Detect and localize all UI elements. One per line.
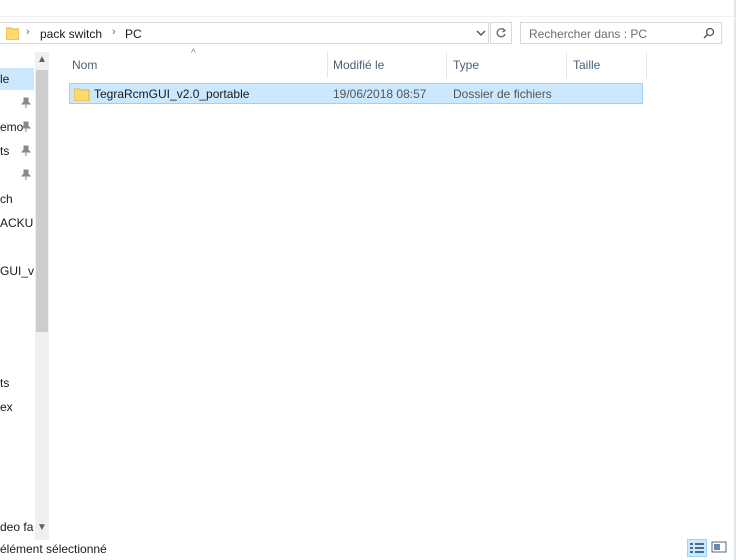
pin-icon (21, 121, 31, 132)
column-header-modified[interactable]: Modifié le (327, 52, 447, 78)
search-placeholder: Rechercher dans : PC (529, 27, 648, 41)
large-icons-view-button[interactable] (710, 539, 730, 557)
breadcrumb-separator: › (26, 26, 30, 38)
search-icon[interactable] (703, 27, 715, 39)
file-modified: 19/06/2018 08:57 (333, 87, 427, 101)
nav-item[interactable] (0, 92, 34, 114)
address-bar[interactable]: › pack switch › PC (0, 22, 489, 44)
navigation-scrollbar[interactable]: ▲ ▼ (35, 52, 49, 540)
refresh-icon (496, 27, 507, 38)
details-view-icon (690, 543, 704, 553)
folder-icon (74, 88, 90, 101)
file-type: Dossier de fichiers (453, 87, 552, 101)
breadcrumb-pc[interactable]: PC (125, 27, 142, 41)
refresh-button[interactable] (490, 22, 512, 44)
search-box[interactable]: Rechercher dans : PC (520, 22, 722, 44)
pin-icon (21, 169, 31, 180)
large-icons-view-icon (711, 541, 727, 553)
pin-icon (21, 97, 31, 108)
breadcrumb-separator: › (112, 26, 116, 38)
file-row[interactable]: TegraRcmGUI_v2.0_portable 19/06/2018 08:… (69, 83, 643, 104)
nav-item[interactable] (0, 164, 34, 186)
nav-item[interactable]: le (0, 68, 34, 90)
nav-item[interactable]: GUI_v2 (0, 260, 34, 282)
scrollbar-thumb[interactable] (36, 70, 48, 332)
chevron-down-icon[interactable] (474, 26, 488, 40)
nav-item[interactable]: ch (0, 188, 34, 210)
nav-item[interactable]: ts (0, 140, 34, 162)
navigation-pane: le emo ts ch ACKUI GUI_v2 ts ex deo fa (0, 52, 34, 540)
scroll-down-icon[interactable]: ▼ (35, 520, 49, 536)
breadcrumb-pack-switch[interactable]: pack switch (40, 27, 102, 41)
window-top-strip (0, 0, 736, 17)
column-header-size[interactable]: Taille (567, 52, 647, 78)
nav-item[interactable]: deo fa (0, 516, 34, 538)
nav-item[interactable]: ts (0, 372, 34, 394)
file-name: TegraRcmGUI_v2.0_portable (94, 87, 250, 101)
pin-icon (21, 145, 31, 156)
nav-item[interactable]: ACKUI (0, 212, 34, 234)
scroll-up-icon[interactable]: ▲ (35, 52, 49, 68)
folder-icon (6, 27, 19, 40)
nav-item[interactable]: ex (0, 396, 34, 418)
details-view-button[interactable] (687, 539, 707, 557)
column-header-type[interactable]: Type (447, 52, 567, 78)
nav-item[interactable]: emo (0, 116, 34, 138)
column-header-name[interactable]: Nom (66, 52, 328, 78)
status-bar: élément sélectionné (0, 540, 736, 560)
status-text: élément sélectionné (0, 542, 107, 556)
